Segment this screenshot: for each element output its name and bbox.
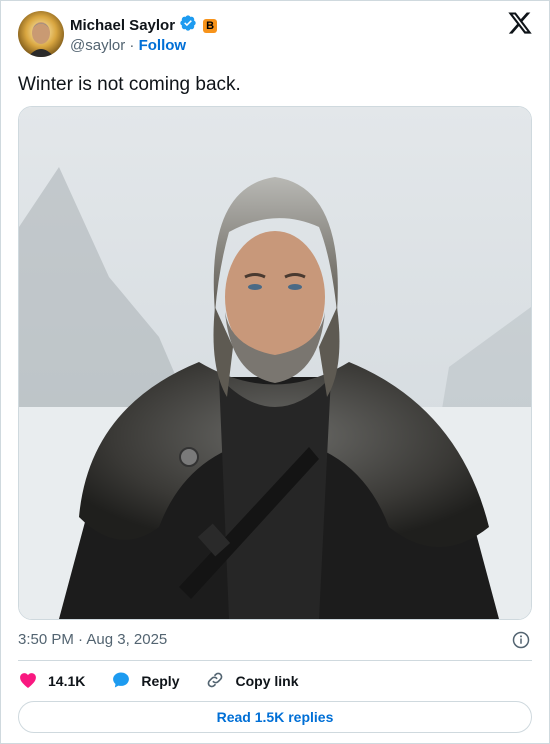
link-icon [205, 670, 225, 693]
reply-bubble-icon [111, 670, 131, 693]
tweet-text: Winter is not coming back. [18, 74, 241, 95]
author-name[interactable]: Michael Saylor [70, 17, 175, 34]
timestamp[interactable]: 3:50 PM · Aug 3, 2025 [18, 631, 167, 648]
heart-icon [18, 670, 38, 693]
tweet-image[interactable] [18, 106, 532, 620]
reply-label: Reply [141, 673, 180, 689]
info-icon[interactable] [512, 631, 530, 649]
follow-button[interactable]: Follow [139, 37, 187, 54]
like-button[interactable]: 14.1K [18, 670, 85, 693]
action-bar: 14.1K Reply Copy link [18, 670, 325, 692]
copy-link-button[interactable]: Copy link [205, 670, 299, 693]
author-row: Michael Saylor B [70, 14, 218, 37]
divider [18, 660, 532, 661]
reply-button[interactable]: Reply [111, 670, 179, 693]
separator: · [129, 37, 135, 54]
avatar[interactable] [18, 11, 64, 57]
copy-link-label: Copy link [235, 673, 299, 689]
handle-row: @saylor · Follow [70, 37, 186, 54]
like-count: 14.1K [48, 673, 86, 689]
bitcoin-badge: B [203, 18, 218, 33]
author-handle[interactable]: @saylor [70, 37, 125, 54]
tweet-card: Michael Saylor B @saylor · Follow Winter… [0, 0, 550, 744]
verified-icon [179, 14, 197, 37]
x-logo-icon[interactable] [507, 10, 533, 36]
read-replies-button[interactable]: Read 1.5K replies [18, 701, 532, 733]
